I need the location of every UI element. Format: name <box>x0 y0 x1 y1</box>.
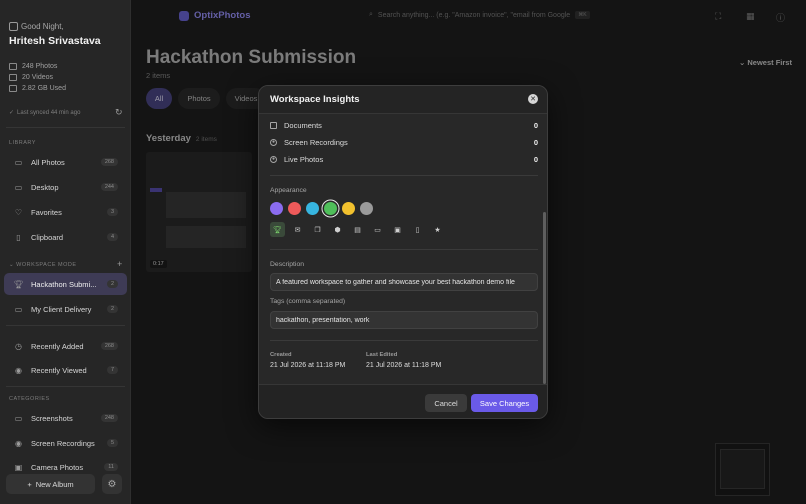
video-icon <box>9 74 17 81</box>
document-icon <box>270 121 277 129</box>
workspace-insights-dialog: Workspace Insights ✕ Documents 0 ● Scree… <box>258 85 548 419</box>
last-edited-label: Last Edited <box>366 352 398 358</box>
clipboard-icon: ▯ <box>16 232 21 242</box>
sidebar-item-clipboard[interactable]: ▯ Clipboard 4 <box>4 226 127 248</box>
screenshot-icon: ▭ <box>14 413 23 423</box>
user-name: Hritesh Srivastava <box>9 35 101 47</box>
stat-storage: 2.82 GB Used <box>9 85 66 92</box>
divider <box>6 325 125 326</box>
close-icon[interactable]: ✕ <box>528 94 538 104</box>
greeting-text: Good Night, <box>21 22 64 31</box>
stack-icon[interactable]: ❐ <box>310 222 325 237</box>
color-swatch[interactable] <box>342 202 355 215</box>
stat-photos: 248 Photos <box>9 63 57 70</box>
sidebar-item-recently-viewed[interactable]: ◉ Recently Viewed 7 <box>4 359 127 381</box>
color-swatch[interactable] <box>360 202 373 215</box>
live-photo-icon: ● <box>270 155 277 163</box>
box-icon[interactable]: ⬢ <box>330 222 345 237</box>
section-categories: CATEGORIES <box>9 396 50 402</box>
photo-icon <box>9 63 17 70</box>
briefcase-icon: ▭ <box>14 304 23 314</box>
dialog-header: Workspace Insights ✕ <box>259 86 547 114</box>
plus-icon: + <box>27 479 32 489</box>
record-icon: ● <box>270 138 277 146</box>
created-value: 21 Jul 2026 at 11:18 PM <box>270 362 346 369</box>
cancel-button[interactable]: Cancel <box>425 394 467 412</box>
count-live-photos: ● Live Photos 0 <box>270 154 538 164</box>
color-swatch[interactable] <box>306 202 319 215</box>
divider <box>270 175 538 176</box>
tags-label: Tags (comma separated) <box>270 298 346 305</box>
file-icon[interactable]: ▯ <box>410 222 425 237</box>
new-album-button[interactable]: + New Album <box>6 474 95 494</box>
record-icon: ◉ <box>15 438 22 448</box>
gallery-icon: ▭ <box>14 157 23 167</box>
greeting: Good Night, <box>9 22 64 31</box>
app-window: Good Night, Hritesh Srivastava 248 Photo… <box>0 0 806 504</box>
divider <box>6 127 125 128</box>
sidebar-item-screen-recordings[interactable]: ◉ Screen Recordings 5 <box>4 432 127 454</box>
trophy-icon[interactable]: 🏆︎ <box>270 222 285 237</box>
clock-icon: ◷ <box>15 341 22 351</box>
scrollbar[interactable] <box>543 212 546 384</box>
sidebar-item-favorites[interactable]: ♡ Favorites 3 <box>4 201 127 223</box>
sidebar-item-client-delivery[interactable]: ▭ My Client Delivery 2 <box>4 298 127 320</box>
sidebar-item-recently-added[interactable]: ◷ Recently Added 268 <box>4 335 127 357</box>
tags-input[interactable] <box>270 311 538 329</box>
trophy-icon: 🏆︎ <box>13 279 24 289</box>
dialog-title: Workspace Insights <box>270 94 360 105</box>
eye-icon: ◉ <box>15 365 22 375</box>
sidebar-item-hackathon[interactable]: 🏆︎ Hackathon Submi... 2 <box>4 273 127 295</box>
refresh-icon[interactable]: ↻ <box>115 107 123 118</box>
color-swatch[interactable] <box>288 202 301 215</box>
star-icon[interactable]: ★ <box>430 222 445 237</box>
divider <box>270 249 538 250</box>
last-edited-value: 21 Jul 2026 at 11:18 PM <box>366 362 442 369</box>
moon-icon <box>9 22 18 31</box>
document-icon[interactable]: ▤ <box>350 222 365 237</box>
dialog-footer: Cancel Save Changes <box>259 384 547 418</box>
description-label: Description <box>270 261 304 268</box>
description-input[interactable] <box>270 273 538 291</box>
archive-icon[interactable]: ▣ <box>390 222 405 237</box>
count-screen-recordings: ● Screen Recordings 0 <box>270 137 538 147</box>
save-changes-button[interactable]: Save Changes <box>471 394 538 412</box>
section-workspace: ⌄ WORKSPACE MODE <box>9 262 77 268</box>
camera-icon: ▣ <box>14 462 23 472</box>
check-icon: ✓ <box>9 110 15 116</box>
monitor-icon: ▭ <box>14 182 23 192</box>
mail-icon[interactable]: ✉ <box>290 222 305 237</box>
created-label: Created <box>270 352 292 358</box>
sidebar-item-desktop[interactable]: ▭ Desktop 244 <box>4 176 127 198</box>
divider <box>6 386 125 387</box>
divider <box>270 340 538 341</box>
stat-videos: 20 Videos <box>9 74 53 81</box>
color-swatch[interactable] <box>270 202 283 215</box>
add-workspace-icon[interactable]: + <box>117 259 122 269</box>
appearance-label: Appearance <box>270 187 307 194</box>
folder-icon[interactable]: ▭ <box>370 222 385 237</box>
sidebar-item-all-photos[interactable]: ▭ All Photos 268 <box>4 151 127 173</box>
sidebar-item-screenshots[interactable]: ▭ Screenshots 248 <box>4 407 127 429</box>
storage-icon <box>9 85 17 92</box>
gear-icon[interactable]: ⚙ <box>102 474 122 494</box>
section-library: LIBRARY <box>9 140 36 146</box>
heart-icon: ♡ <box>14 207 23 217</box>
count-documents: Documents 0 <box>270 119 538 131</box>
sidebar: Good Night, Hritesh Srivastava 248 Photo… <box>0 0 131 504</box>
sync-status: ✓ Last synced 44 min ago <box>9 109 81 117</box>
color-swatch[interactable] <box>324 202 337 215</box>
